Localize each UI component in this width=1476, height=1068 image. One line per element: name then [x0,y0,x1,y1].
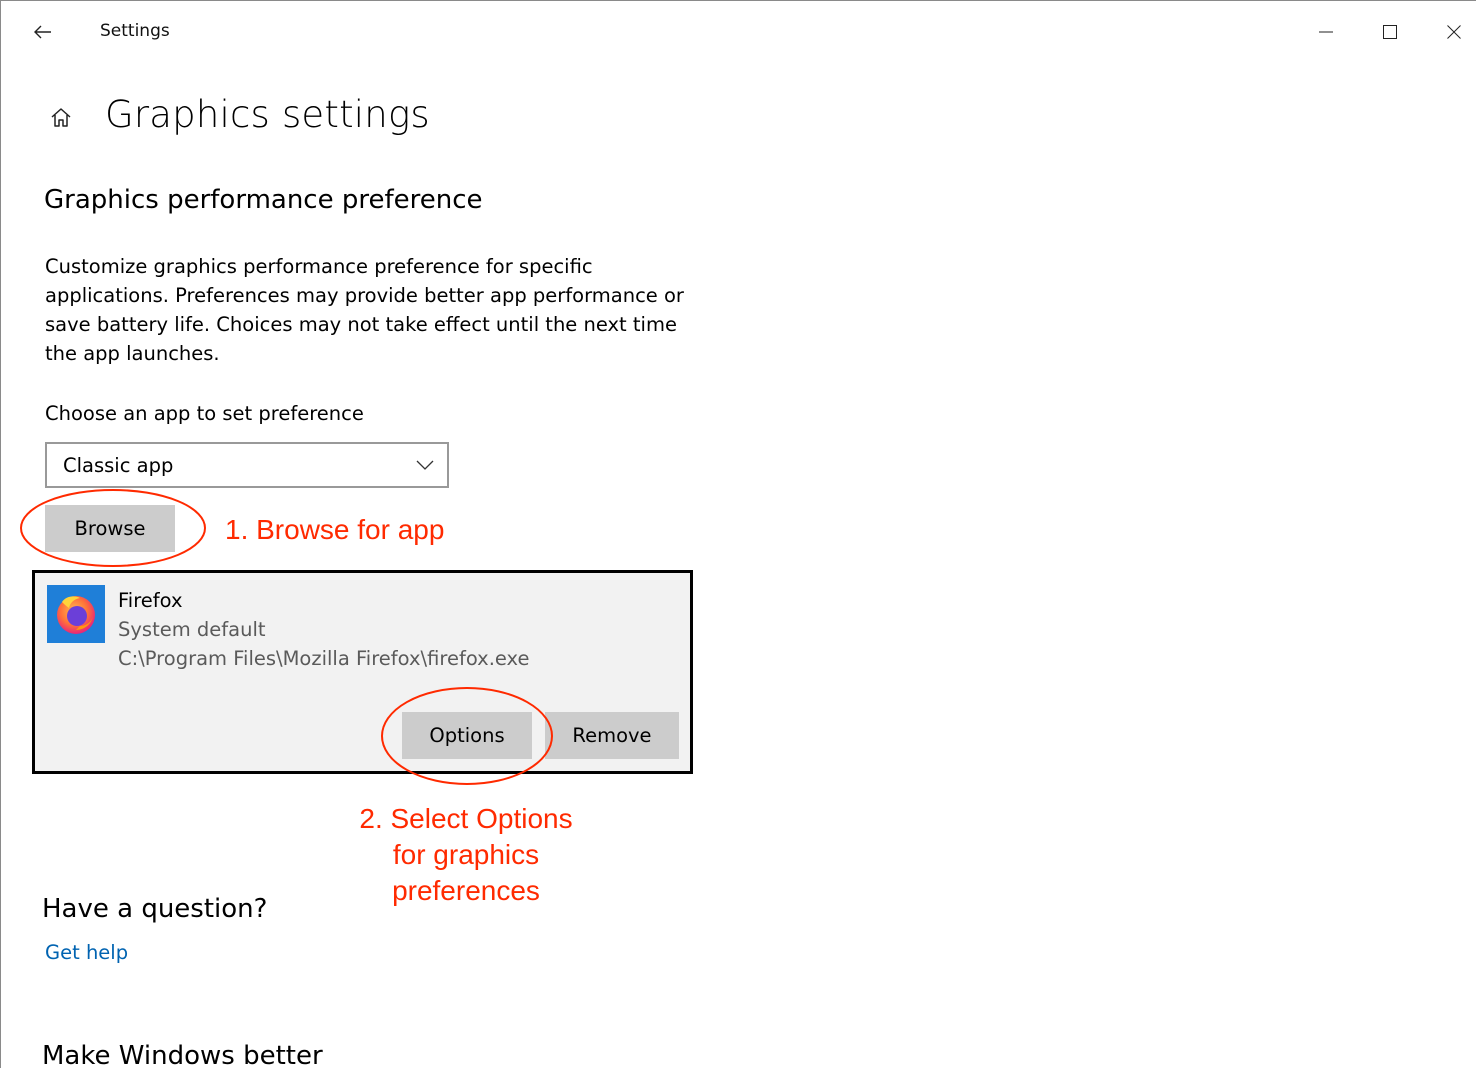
app-name: Firefox [118,589,183,612]
section-heading: Graphics performance preference [44,185,483,215]
app-path: C:\Program Files\Mozilla Firefox\firefox… [118,647,530,670]
app-type-dropdown[interactable]: Classic app [45,442,449,488]
minimize-icon [1319,31,1333,33]
annotation-step-2: 2. Select Options for graphics preferenc… [331,801,601,909]
home-icon[interactable] [45,101,77,133]
maximize-button[interactable] [1367,13,1413,51]
browse-button[interactable]: Browse [45,505,175,552]
choose-app-label: Choose an app to set preference [45,402,364,425]
firefox-icon [47,585,105,643]
description-text: Customize graphics performance preferenc… [45,255,684,365]
app-preference-value: System default [118,618,266,641]
page-title: Graphics settings [105,92,430,136]
chevron-down-icon [416,460,434,470]
options-button[interactable]: Options [402,712,532,759]
maximize-icon [1383,25,1397,39]
annotation-step-2-line-1: 2. Select Options [359,803,573,834]
close-icon [1447,25,1461,39]
annotation-step-2-line-3: preferences [392,875,540,906]
app-entry-card[interactable]: Firefox System default C:\Program Files\… [32,570,693,774]
settings-window: Settings Graphics settings Graphics perf… [0,0,1476,1068]
get-help-link[interactable]: Get help [45,941,128,964]
help-heading: Have a question? [42,894,268,924]
annotation-step-2-line-2: for graphics [392,839,540,870]
title-bar: Settings [1,1,1476,63]
back-button[interactable] [21,13,65,51]
minimize-button[interactable] [1303,13,1349,51]
window-title: Settings [100,21,170,41]
close-button[interactable] [1431,13,1476,51]
arrow-left-icon [34,25,51,39]
annotation-step-1: 1. Browse for app [225,514,445,545]
feedback-heading: Make Windows better [42,1041,323,1068]
app-type-selected-value: Classic app [63,453,174,477]
page-header: Graphics settings [45,87,430,141]
remove-button[interactable]: Remove [545,712,679,759]
